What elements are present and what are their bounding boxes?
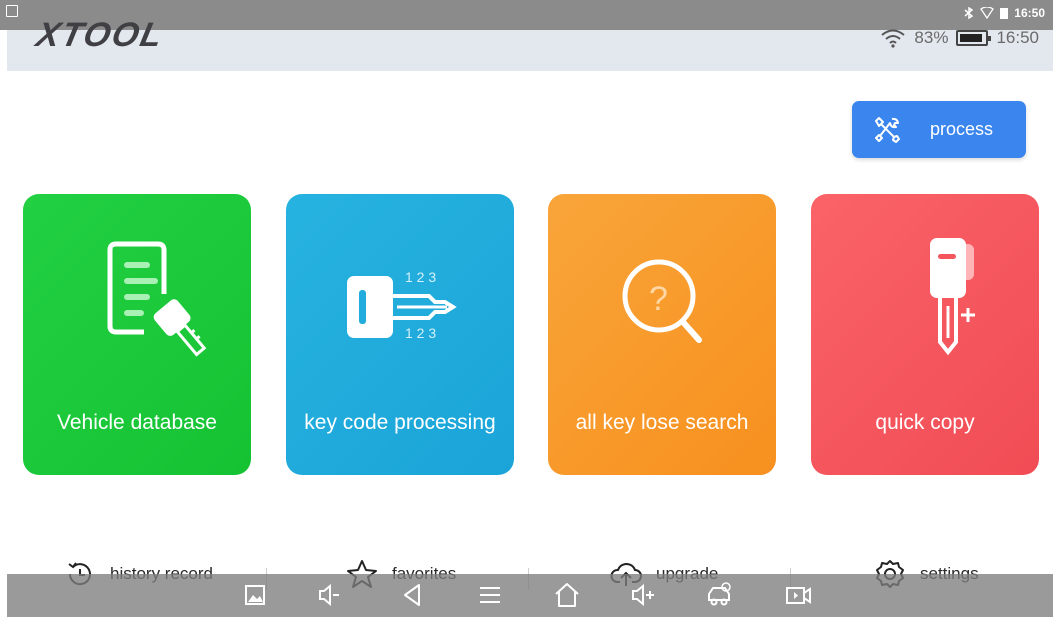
quick-copy-label: quick copy	[875, 411, 975, 434]
system-time: 16:50	[1014, 6, 1045, 20]
gallery-icon[interactable]	[240, 580, 270, 610]
wifi-outline-icon	[980, 7, 995, 19]
back-icon[interactable]	[397, 580, 427, 610]
battery-percent: 83%	[914, 28, 949, 47]
app-status-indicators: 83% 16:50	[880, 28, 1039, 48]
volume-up-icon[interactable]	[627, 580, 657, 610]
system-navigation-bar	[7, 574, 1053, 617]
car-diagnostic-icon[interactable]	[704, 580, 734, 610]
battery-icon	[1000, 8, 1009, 19]
svg-text:?: ?	[649, 280, 668, 318]
question-search-icon: ?	[622, 259, 702, 343]
process-button[interactable]: process	[852, 101, 1026, 158]
key-code-digits-bottom: 1 2 3	[405, 325, 436, 341]
all-key-lose-search-tile[interactable]: ? all key lose search	[548, 194, 776, 475]
app-header: XTOOL 83% 16:50	[7, 16, 1053, 71]
key-code-processing-tile[interactable]: 1 2 3 1 2 3 key code processing	[286, 194, 514, 475]
volume-down-icon[interactable]	[314, 580, 344, 610]
key-copy-icon	[930, 238, 975, 356]
vehicle-database-tile[interactable]: Vehicle database	[23, 194, 251, 475]
key-code-icon: 1 2 3 1 2 3	[347, 269, 457, 341]
vehicle-database-label: Vehicle database	[57, 411, 217, 434]
tools-icon	[875, 116, 900, 143]
document-key-icon	[107, 241, 207, 357]
system-status-right: 16:50	[964, 6, 1045, 20]
video-record-icon[interactable]	[783, 580, 813, 610]
all-key-lose-search-label: all key lose search	[575, 411, 749, 434]
key-code-digits-top: 1 2 3	[405, 269, 436, 285]
process-label: process	[930, 119, 994, 139]
screenshot-icon	[6, 5, 18, 17]
quick-copy-tile[interactable]: quick copy	[811, 194, 1039, 475]
home-icon[interactable]	[552, 580, 582, 610]
app-time: 16:50	[996, 28, 1039, 47]
xtool-logo: XTOOL	[33, 16, 168, 54]
battery-icon	[956, 30, 992, 46]
key-code-processing-label: key code processing	[304, 411, 496, 434]
bluetooth-icon	[964, 7, 974, 19]
wifi-icon	[881, 29, 906, 48]
menu-icon[interactable]	[475, 580, 505, 610]
